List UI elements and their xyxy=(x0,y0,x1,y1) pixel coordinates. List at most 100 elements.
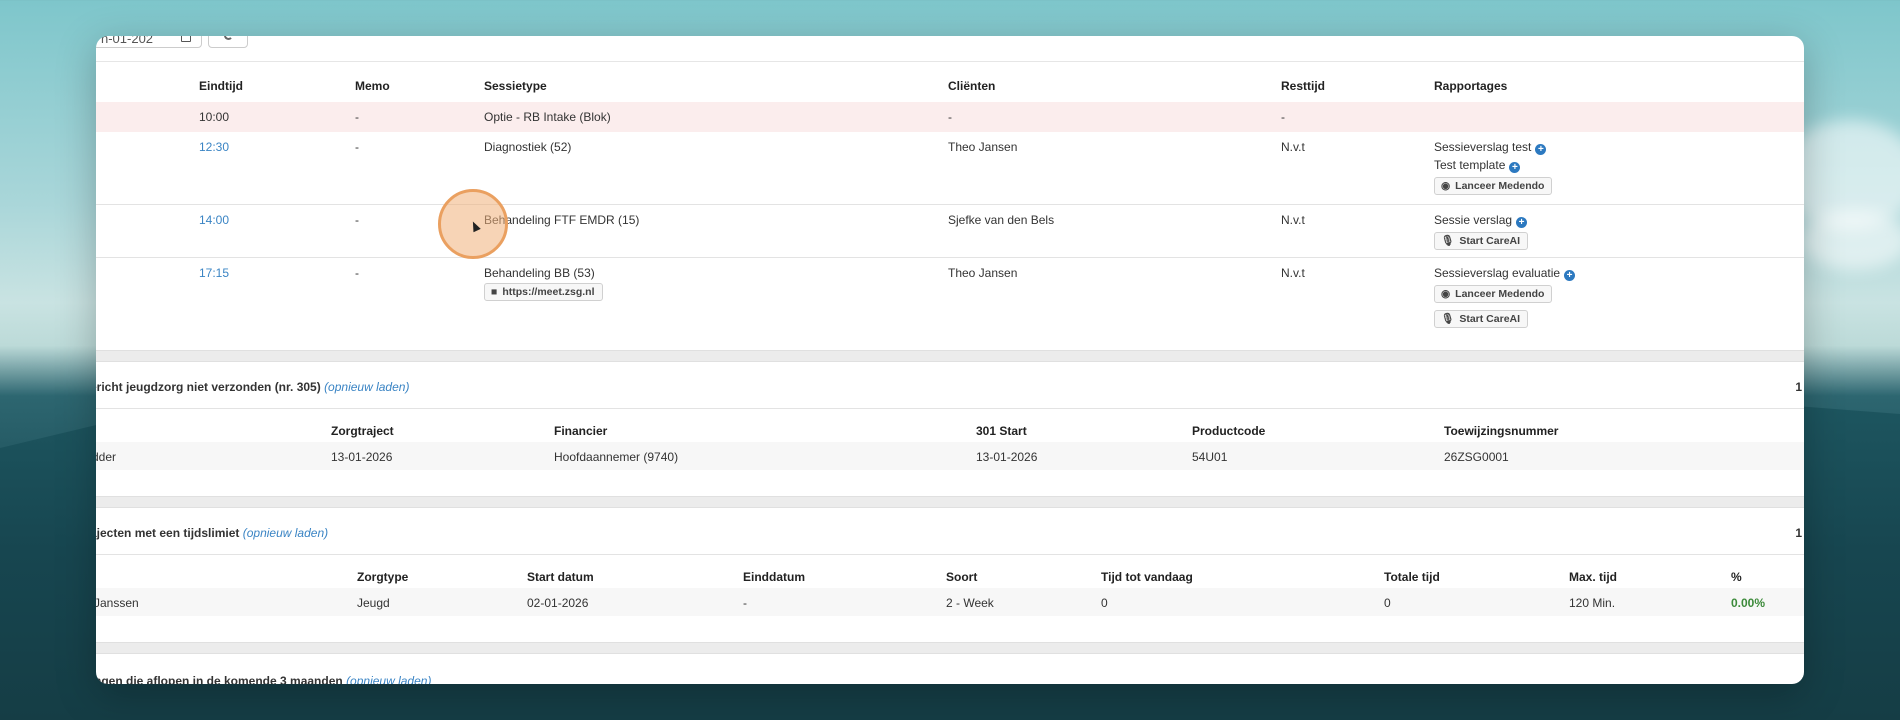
start-date: 02-01-2026 xyxy=(527,596,589,610)
launch-medendo-button[interactable]: ◉ Lanceer Medendo xyxy=(1434,177,1553,195)
col-productcode: Productcode xyxy=(1192,424,1266,438)
section-title-text: ajecten met een tijdslimiet xyxy=(96,526,240,540)
rest-time: N.v.t xyxy=(1281,266,1305,280)
button-label: Start CareAI xyxy=(1459,235,1521,247)
end-time-link[interactable]: 17:15 xyxy=(199,266,229,280)
add-circle-icon[interactable]: + xyxy=(1516,217,1528,228)
memo: - xyxy=(355,266,359,280)
report-item[interactable]: Sessieverslag evaluatie + xyxy=(1434,266,1576,281)
table-row[interactable]: 10:00 - Optie - RB Intake (Blok) - - xyxy=(96,102,1804,132)
button-label: Start CareAI xyxy=(1459,313,1521,325)
col-301-start: 301 Start xyxy=(976,424,1027,438)
col-memo: Memo xyxy=(355,79,390,93)
reload-link[interactable]: (opnieuw laden) xyxy=(346,674,431,684)
total-time: 0 xyxy=(1384,596,1391,610)
report-label: Sessie verslag xyxy=(1434,213,1513,227)
expiring-section: ngen die aflopen in de komende 3 maanden… xyxy=(96,654,1804,684)
financier: Hoofdaannemer (9740) xyxy=(554,450,679,464)
cloud xyxy=(1800,210,1900,270)
soort: 2 - Week xyxy=(946,596,994,610)
rest-time: N.v.t xyxy=(1281,140,1305,154)
result-count: 1 R xyxy=(1795,380,1804,394)
end-time-link[interactable]: 14:00 xyxy=(199,213,229,227)
divider xyxy=(96,554,1804,555)
col-percent: % xyxy=(1731,570,1742,584)
col-zorgtraject: Zorgtraject xyxy=(331,424,394,438)
end-time-link[interactable]: 12:30 xyxy=(199,140,229,154)
session-type: Diagnostiek (52) xyxy=(484,140,572,154)
end-date: - xyxy=(743,596,747,610)
section-separator xyxy=(96,350,1804,362)
productcode: 54U01 xyxy=(1192,450,1228,464)
table-row[interactable]: 17:15 - Behandeling BB (53) ■ https://mee… xyxy=(96,258,1804,348)
meeting-url: https://meet.zsg.nl xyxy=(502,286,595,298)
add-circle-icon[interactable]: + xyxy=(1564,270,1576,281)
table-row[interactable]: 12:30 - Diagnostiek (52) Theo Jansen N.v… xyxy=(96,132,1804,204)
result-count: 1 xyxy=(1801,674,1804,684)
table-row[interactable]: dder 13-01-2026 Hoofdaannemer (9740) 13-… xyxy=(96,442,1804,470)
zorgtype: Jeugd xyxy=(357,596,390,610)
col-rapportages: Rapportages xyxy=(1434,79,1508,93)
rest-time: N.v.t xyxy=(1281,213,1305,227)
section-title: ericht jeugdzorg niet verzonden (nr. 305… xyxy=(96,380,409,394)
time-limit-section: ajecten met een tijdslimiet (opnieuw lad… xyxy=(96,508,1804,638)
refresh-button[interactable] xyxy=(208,36,248,48)
col-eindtijd: Eindtijd xyxy=(199,79,243,93)
button-label: Lanceer Medendo xyxy=(1455,288,1545,300)
table-row[interactable]: 14:00 - Behandeling FTF EMDR (15) Sjefke… xyxy=(96,205,1804,257)
add-circle-icon[interactable]: + xyxy=(1509,162,1521,173)
col-start-datum: Start datum xyxy=(527,570,594,584)
rest-time: - xyxy=(1281,110,1285,124)
start-careai-button[interactable]: 🎙 Start CareAI xyxy=(1434,310,1529,328)
memo: - xyxy=(355,140,359,154)
button-label: Lanceer Medendo xyxy=(1455,180,1545,192)
report-item[interactable]: Sessie verslag + xyxy=(1434,213,1528,228)
end-time: 10:00 xyxy=(199,110,230,124)
report-label: Test template xyxy=(1434,158,1506,172)
divider xyxy=(96,408,1804,409)
percentage: 0.00% xyxy=(1731,596,1766,610)
client: Theo Jansen xyxy=(948,140,1018,154)
section-title: ngen die aflopen in de komende 3 maanden… xyxy=(96,674,431,684)
start-301: 13-01-2026 xyxy=(976,450,1038,464)
microphone-icon: 🎙 xyxy=(1441,235,1455,247)
col-tijd-tot-vandaag: Tijd tot vandaag xyxy=(1101,570,1193,584)
result-count: 1 R xyxy=(1795,526,1804,540)
memo: - xyxy=(355,213,359,227)
play-circle-icon: ◉ xyxy=(1441,288,1451,300)
max-time: 120 Min. xyxy=(1569,596,1616,610)
report-item[interactable]: Sessieverslag test + xyxy=(1434,140,1547,155)
col-max-tijd: Max. tijd xyxy=(1569,570,1618,584)
date-field[interactable]: n-01-202 xyxy=(96,36,202,48)
col-zorgtype: Zorgtype xyxy=(357,570,409,584)
calendar-icon[interactable] xyxy=(181,36,191,42)
table-row[interactable]: Janssen Jeugd 02-01-2026 - 2 - Week 0 0 … xyxy=(96,588,1804,616)
start-careai-button[interactable]: 🎙 Start CareAI xyxy=(1434,232,1529,250)
reload-link[interactable]: (opnieuw laden) xyxy=(243,526,328,540)
report-label: Sessieverslag evaluatie xyxy=(1434,266,1561,280)
col-financier: Financier xyxy=(554,424,608,438)
refresh-icon xyxy=(224,36,233,40)
col-sessietype: Sessietype xyxy=(484,79,547,93)
col-soort: Soort xyxy=(946,570,978,584)
launch-medendo-button[interactable]: ◉ Lanceer Medendo xyxy=(1434,285,1553,303)
zorgtraject-date: 13-01-2026 xyxy=(331,450,393,464)
meeting-link-button[interactable]: ■ https://meet.zsg.nl xyxy=(484,283,603,301)
client: - xyxy=(948,110,952,124)
report-item[interactable]: Test template + xyxy=(1434,158,1521,173)
client-name: Janssen xyxy=(96,596,139,610)
section-separator xyxy=(96,642,1804,654)
col-clienten: Cliënten xyxy=(948,79,996,93)
col-einddatum: Einddatum xyxy=(743,570,805,584)
col-toewijzingsnummer: Toewijzingsnummer xyxy=(1444,424,1559,438)
client-name: dder xyxy=(96,450,117,464)
session-type: Behandeling BB (53) xyxy=(484,266,595,280)
add-circle-icon[interactable]: + xyxy=(1535,144,1547,155)
report-label: Sessieverslag test xyxy=(1434,140,1532,154)
section-title-text: ngen die aflopen in de komende 3 maanden xyxy=(96,674,343,684)
section-title: ajecten met een tijdslimiet (opnieuw lad… xyxy=(96,526,328,540)
time-until-today: 0 xyxy=(1101,596,1108,610)
memo: - xyxy=(355,110,359,124)
col-resttijd: Resttijd xyxy=(1281,79,1326,93)
reload-link[interactable]: (opnieuw laden) xyxy=(324,380,409,394)
